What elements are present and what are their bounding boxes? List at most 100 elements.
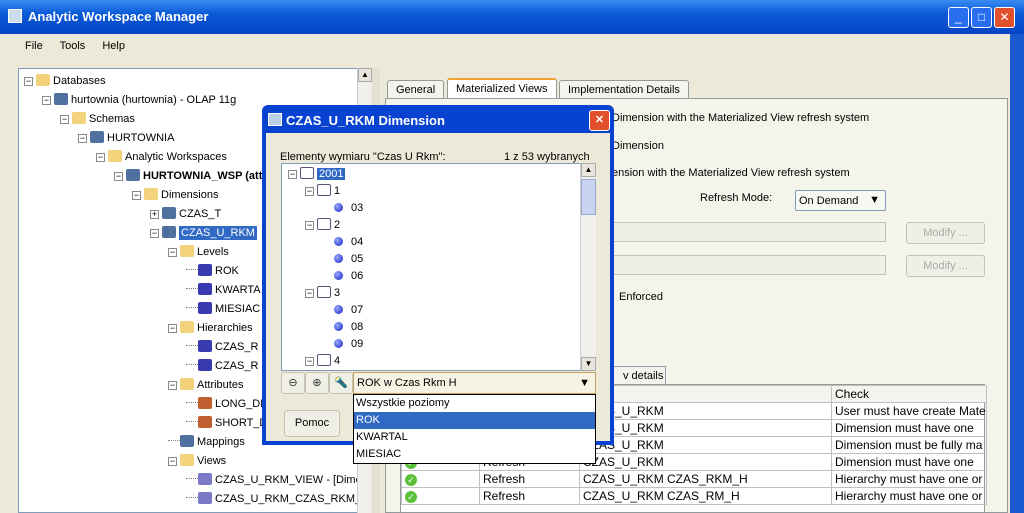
menu-tools[interactable]: Tools — [60, 40, 86, 52]
member-item[interactable]: 07 — [334, 302, 363, 318]
find-flashlight-button[interactable]: 🔦 — [329, 372, 353, 394]
collapse-all-button[interactable]: ⊖ — [281, 372, 305, 394]
tree-item[interactable]: − Dimensions — [132, 187, 218, 203]
collapse-icon[interactable]: − — [60, 115, 69, 124]
tree-item[interactable]: − hurtownia (hurtownia) - OLAP 11g — [42, 92, 236, 108]
tree-connector — [186, 345, 198, 346]
tree-item[interactable]: − HURTOWNIA_WSP (atta — [114, 168, 269, 184]
minimize-button[interactable]: _ — [948, 7, 969, 28]
tree-item[interactable]: − Attributes — [168, 377, 243, 393]
level-combo[interactable]: ROK w Czas Rkm H ▼ — [353, 372, 596, 394]
collapse-icon[interactable]: − — [114, 172, 123, 181]
level-dropdown-list: Wszystkie poziomy ROK KWARTAL MIESIAC — [353, 394, 596, 464]
scroll-up-button[interactable]: ▲ — [581, 163, 596, 177]
table-cell: Hierarchy must have one or — [831, 487, 987, 505]
member-item[interactable]: 08 — [334, 319, 363, 335]
help-button[interactable]: Pomoc — [284, 410, 340, 437]
tree-item[interactable]: LONG_DE — [186, 396, 268, 412]
level-icon — [198, 283, 212, 295]
tree-item[interactable]: − Databases — [24, 73, 106, 89]
scroll-thumb[interactable] — [581, 179, 596, 215]
member-item[interactable]: 09 — [334, 336, 363, 352]
refresh-mode-select[interactable]: On Demand ▼ — [795, 190, 886, 211]
tree-item[interactable]: ROK — [186, 263, 239, 279]
level-option[interactable]: Wszystkie poziomy — [354, 395, 595, 412]
member-item[interactable]: 05 — [334, 251, 363, 267]
schema-icon — [90, 131, 104, 143]
member-item[interactable]: 06 — [334, 268, 363, 284]
tree-item[interactable]: CZAS_R — [186, 358, 258, 374]
table-cell: CZAS_U_RKM — [579, 402, 832, 420]
expand-all-button[interactable]: ⊕ — [305, 372, 329, 394]
level-option[interactable]: ROK — [354, 412, 595, 429]
tree-item[interactable]: Mappings — [168, 434, 245, 450]
maximize-button[interactable]: □ — [971, 7, 992, 28]
tree-item[interactable]: CZAS_R — [186, 339, 258, 355]
member-label: 05 — [351, 253, 364, 265]
tree-item[interactable]: KWARTA — [186, 282, 261, 298]
tree-item[interactable]: − Schemas — [60, 111, 135, 127]
collapse-icon[interactable]: − — [168, 381, 177, 390]
scroll-up-button[interactable]: ▲ — [358, 68, 372, 82]
tree-item-label: CZAS_R — [215, 360, 259, 372]
tree-item[interactable]: − HURTOWNIA — [78, 130, 174, 146]
collapse-icon[interactable]: − — [96, 153, 105, 162]
tree-item[interactable]: CZAS_U_RKM_CZAS_RKM_ — [186, 491, 361, 507]
tree-item[interactable]: − Views — [168, 453, 226, 469]
tree-item[interactable]: − Analytic Workspaces — [96, 149, 227, 165]
tree-item[interactable]: CZAS_U_RKM_VIEW - [Dime — [186, 472, 362, 488]
level-icon — [198, 302, 212, 314]
column-header[interactable]: Check — [831, 385, 987, 403]
tab-implementation-details[interactable]: Implementation Details — [559, 80, 689, 99]
tree-item-label: CZAS_T — [179, 208, 222, 220]
collapse-icon[interactable]: − — [168, 324, 177, 333]
collapse-icon[interactable]: − — [305, 221, 314, 230]
collapse-icon[interactable]: − — [24, 77, 33, 86]
column-header[interactable]: t — [579, 385, 832, 403]
level-option[interactable]: KWARTAL — [354, 429, 595, 446]
member-item[interactable]: − 2001 — [288, 166, 346, 182]
members-scrollbar[interactable]: ▲ ▼ — [580, 163, 596, 371]
collapse-icon[interactable]: − — [305, 289, 314, 298]
member-item[interactable]: −2 — [305, 217, 340, 233]
dialog-close-button[interactable]: ✕ — [589, 110, 610, 131]
menu-help[interactable]: Help — [102, 40, 125, 52]
member-item[interactable]: 04 — [334, 234, 363, 250]
tab-materialized-views[interactable]: Materialized Views — [447, 78, 557, 99]
collapse-icon[interactable]: − — [42, 96, 51, 105]
member-item[interactable]: −4 — [305, 353, 340, 369]
tree-item[interactable]: − Levels — [168, 244, 229, 260]
close-button[interactable]: ✕ — [994, 7, 1015, 28]
collapse-icon[interactable]: − — [78, 134, 87, 143]
tree-item[interactable]: − Hierarchies — [168, 320, 253, 336]
expand-icon[interactable]: + — [150, 210, 159, 219]
member-item[interactable]: 03 — [334, 200, 363, 216]
collapse-icon[interactable]: − — [305, 187, 314, 196]
menu-file[interactable]: File — [25, 40, 43, 52]
table-row[interactable]: ✓ Refresh CZAS_U_RKM CZAS_RM_H Hierarchy mu… — [401, 487, 987, 505]
tree-item[interactable]: MIESIAC — [186, 301, 260, 317]
tab-general[interactable]: General — [387, 80, 445, 99]
tree-item-label: CZAS_U_RKM_VIEW - [Dime — [215, 474, 362, 486]
tree-item[interactable]: + CZAS_T — [150, 206, 221, 222]
level-combo-value: ROK w Czas Rkm H — [357, 377, 457, 389]
tree-item[interactable]: − CZAS_U_RKM — [150, 225, 257, 241]
member-leaf-icon — [334, 322, 343, 331]
collapse-icon[interactable]: − — [150, 229, 159, 238]
level-option[interactable]: MIESIAC — [354, 446, 595, 463]
collapse-icon[interactable]: − — [168, 457, 177, 466]
refresh-mode-label: Refresh Mode: — [700, 192, 773, 204]
member-item[interactable]: −3 — [305, 285, 340, 301]
collapse-icon[interactable]: − — [168, 248, 177, 257]
tree-item-label: CZAS_U_RKM_CZAS_RKM_ — [215, 493, 362, 505]
tree-item-label: Hierarchies — [197, 322, 253, 334]
tree-item[interactable]: SHORT_D — [186, 415, 267, 431]
scroll-down-button[interactable]: ▼ — [581, 357, 596, 371]
aw-icon — [126, 169, 140, 181]
collapse-icon[interactable]: − — [288, 170, 297, 179]
collapse-icon[interactable]: − — [132, 191, 141, 200]
member-item[interactable]: −1 — [305, 183, 340, 199]
table-row[interactable]: ✓ Refresh CZAS_U_RKM CZAS_RKM_H Hierarchy m… — [401, 470, 987, 488]
table-cell: CZAS_U_RKM CZAS_RM_H — [579, 487, 832, 505]
collapse-icon[interactable]: − — [305, 357, 314, 366]
